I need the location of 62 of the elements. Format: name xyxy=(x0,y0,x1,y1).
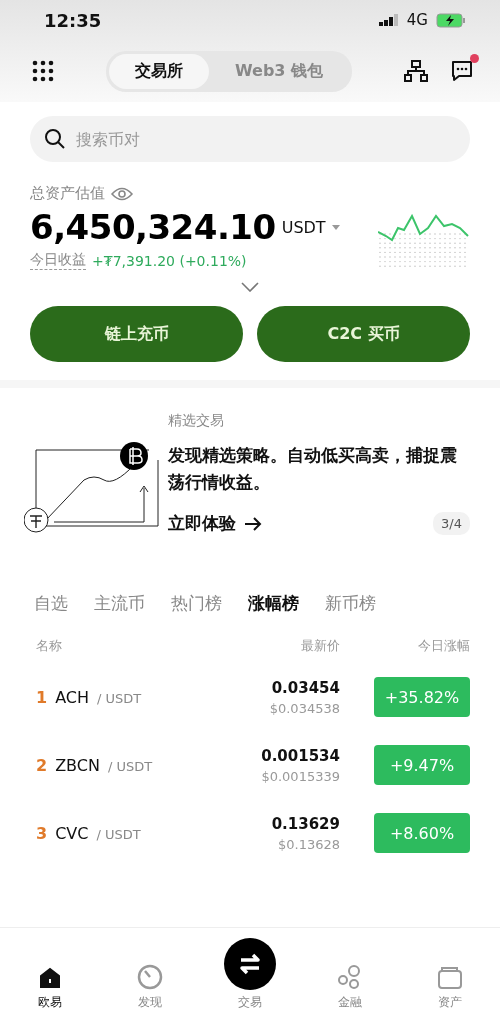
nav-item[interactable]: 金融 xyxy=(300,964,400,1011)
usd-price: $0.13628 xyxy=(277,836,340,852)
network-label: 4G xyxy=(406,11,428,29)
apps-grid-icon[interactable] xyxy=(32,60,54,82)
earnings-label: 今日收益 xyxy=(30,251,86,270)
wallet-icon xyxy=(437,966,463,990)
home-icon xyxy=(38,966,62,990)
search-icon xyxy=(44,128,66,150)
quote-symbol: / USDT xyxy=(96,826,141,842)
earnings-value: +₮7,391.20 (+0.11%) xyxy=(92,252,247,269)
expand-chevron-icon[interactable] xyxy=(241,282,259,292)
chat-icon[interactable] xyxy=(450,59,474,83)
last-price: 0.13629 xyxy=(271,814,340,833)
last-price: 0.03454 xyxy=(271,678,340,697)
arrow-right-icon xyxy=(244,516,262,531)
dropdown-caret-icon[interactable] xyxy=(331,224,340,230)
quote-symbol: / USDT xyxy=(107,758,153,774)
usd-price: $0.0015339 xyxy=(261,768,340,784)
market-tab[interactable]: 热门榜 xyxy=(171,588,222,619)
currency-label[interactable]: USDT xyxy=(281,217,326,237)
rank-number: 1 xyxy=(36,687,48,707)
swap-icon xyxy=(224,938,276,990)
mode-tab[interactable]: Web3 钱包 xyxy=(208,53,350,89)
column-header: 名称 xyxy=(36,637,63,655)
market-tab[interactable]: 涨幅榜 xyxy=(248,588,299,619)
last-price: 0.001534 xyxy=(261,746,340,765)
eye-icon[interactable] xyxy=(111,186,133,201)
network-tree-icon[interactable] xyxy=(404,60,428,82)
nav-item[interactable]: 资产 xyxy=(400,966,500,1011)
column-header: 最新价 xyxy=(300,637,341,655)
usd-price: $0.034538 xyxy=(269,700,340,716)
status-time: 12:35 xyxy=(44,9,102,31)
nav-item[interactable]: 发现 xyxy=(100,964,200,1011)
market-tab[interactable]: 新币榜 xyxy=(325,588,376,619)
promo-text: 发现精选策略。自动低买高卖，捕捉震荡行情收益。 xyxy=(168,444,458,495)
nav-item[interactable]: 交易 xyxy=(200,938,300,1011)
page-indicator: 3/4 xyxy=(433,512,470,536)
circles-icon xyxy=(337,964,363,990)
timer-icon xyxy=(137,964,163,990)
rank-number: 2 xyxy=(36,755,48,775)
total-amount: 6,450,324.10 xyxy=(30,207,276,247)
change-badge[interactable]: +9.47% xyxy=(374,745,470,785)
change-badge[interactable]: +8.60% xyxy=(374,813,470,853)
assets-label: 总资产估值 xyxy=(30,184,105,203)
base-symbol[interactable]: CVC xyxy=(55,823,89,843)
search-field[interactable]: 搜索币对 xyxy=(30,116,470,162)
action-button[interactable]: C2C 买币 xyxy=(257,306,470,362)
promo-category: 精选交易 xyxy=(168,412,225,430)
battery-icon xyxy=(436,12,466,28)
base-symbol[interactable]: ZBCN xyxy=(55,755,100,775)
change-badge[interactable]: +35.82% xyxy=(374,677,470,717)
signal-icon xyxy=(378,14,399,26)
rank-number: 3 xyxy=(36,823,48,843)
base-symbol[interactable]: ACH xyxy=(55,687,89,707)
market-tab[interactable]: 自选 xyxy=(34,588,68,619)
try-now-link[interactable]: 立即体验 xyxy=(168,512,262,536)
nav-item[interactable]: 欧易 xyxy=(0,966,100,1011)
action-button[interactable]: 链上充币 xyxy=(30,306,243,362)
market-tab[interactable]: 主流币 xyxy=(94,588,145,619)
quote-symbol: / USDT xyxy=(97,690,142,706)
mode-tab[interactable]: 交易所 xyxy=(108,53,209,89)
column-header: 今日涨幅 xyxy=(417,637,470,655)
